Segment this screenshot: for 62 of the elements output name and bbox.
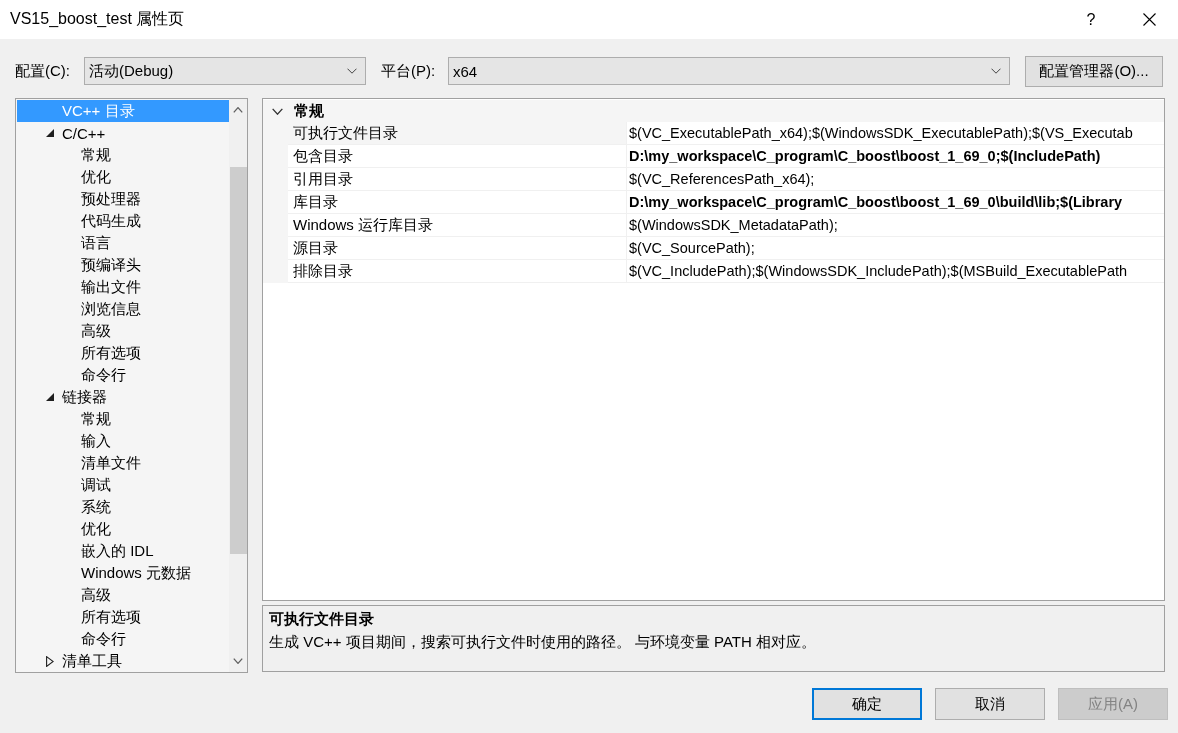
property-name[interactable]: 库目录 [288, 191, 627, 214]
tree-item[interactable]: 预编译头 [17, 254, 229, 276]
tree-item[interactable]: 高级 [17, 584, 229, 606]
property-value[interactable]: $(VC_ReferencesPath_x64); [627, 168, 1164, 191]
tree-item[interactable]: 代码生成 [17, 210, 229, 232]
expanded-triangle-icon[interactable] [46, 129, 54, 137]
property-name[interactable]: 排除目录 [288, 260, 627, 283]
tree-item[interactable]: 优化 [17, 166, 229, 188]
chevron-up-icon[interactable] [233, 107, 243, 113]
property-value[interactable]: $(VC_IncludePath);$(WindowsSDK_IncludePath);$(MSBuild_ExecutablePath [627, 260, 1164, 283]
tree-item[interactable]: 预处理器 [17, 188, 229, 210]
tree-item[interactable]: 清单工具 [17, 650, 229, 672]
tree-item[interactable]: 输入 [17, 430, 229, 452]
property-value[interactable]: D:\my_workspace\C_program\C_boost\boost_1_69_0\build\lib;$(Library [627, 191, 1164, 214]
chevron-down-icon [991, 68, 1001, 74]
tree-item[interactable]: 嵌入的 IDL [17, 540, 229, 562]
expanded-triangle-icon[interactable] [46, 393, 54, 401]
tree-item[interactable]: 清单文件 [17, 452, 229, 474]
chevron-down-icon [347, 68, 357, 74]
dialog-button[interactable]: 确定 [812, 688, 922, 720]
collapsed-triangle-icon[interactable] [46, 655, 54, 667]
close-icon [1142, 13, 1156, 26]
tree-item[interactable]: 系统 [17, 496, 229, 518]
platform-dropdown[interactable]: x64 [448, 57, 1010, 85]
tree-item[interactable]: 命令行 [17, 628, 229, 650]
property-name[interactable]: 源目录 [288, 237, 627, 260]
vertical-scrollbar[interactable] [229, 99, 247, 672]
tree-item[interactable]: 优化 [17, 518, 229, 540]
window-title: VS15_boost_test 属性页 [10, 9, 186, 29]
description-text: 生成 VC++ 项目期间，搜索可执行文件时使用的路径。 与环境变量 PATH 相对应。 [269, 632, 816, 652]
help-button[interactable]: ? [1068, 3, 1114, 36]
property-value[interactable]: D:\my_workspace\C_program\C_boost\boost_1_69_0;$(IncludePath) [627, 145, 1164, 168]
property-value[interactable]: $(VC_SourcePath); [627, 237, 1164, 260]
tree-item[interactable]: 常规 [17, 144, 229, 166]
chevron-down-icon[interactable] [272, 107, 283, 115]
tree-item[interactable]: 所有选项 [17, 342, 229, 364]
platform-label: 平台(P): [381, 61, 437, 81]
property-name[interactable]: Windows 运行库目录 [288, 214, 627, 237]
tree-item[interactable]: 语言 [17, 232, 229, 254]
configuration-dropdown[interactable]: 活动(Debug) [84, 57, 366, 85]
tree-item[interactable]: 常规 [17, 408, 229, 430]
tree-item[interactable]: 调试 [17, 474, 229, 496]
tree-item[interactable]: 高级 [17, 320, 229, 342]
scrollbar-thumb[interactable] [229, 167, 247, 554]
property-value[interactable]: $(VC_ExecutablePath_x64);$(WindowsSDK_ExecutablePath);$(VS_Executab [627, 122, 1164, 145]
property-name[interactable]: 引用目录 [288, 168, 627, 191]
configuration-manager-button[interactable]: 配置管理器(O)... [1025, 55, 1163, 87]
category-header[interactable]: 常规 [263, 100, 1164, 122]
chevron-down-icon[interactable] [233, 658, 243, 664]
property-name[interactable]: 包含目录 [288, 145, 627, 168]
tree-item[interactable]: C/C++ [17, 122, 229, 144]
tree-item[interactable]: 输出文件 [17, 276, 229, 298]
tree-item[interactable]: 所有选项 [17, 606, 229, 628]
tree-item[interactable]: 链接器 [17, 386, 229, 408]
configuration-label: 配置(C): [15, 61, 71, 81]
dialog-button[interactable]: 取消 [935, 688, 1045, 720]
property-name[interactable]: 可执行文件目录 [288, 122, 627, 145]
tree-item[interactable]: 浏览信息 [17, 298, 229, 320]
property-value[interactable]: $(WindowsSDK_MetadataPath); [627, 214, 1164, 237]
tree-item[interactable]: 命令行 [17, 364, 229, 386]
tree-item[interactable]: Windows 元数据 [17, 562, 229, 584]
description-title: 可执行文件目录 [269, 609, 374, 629]
